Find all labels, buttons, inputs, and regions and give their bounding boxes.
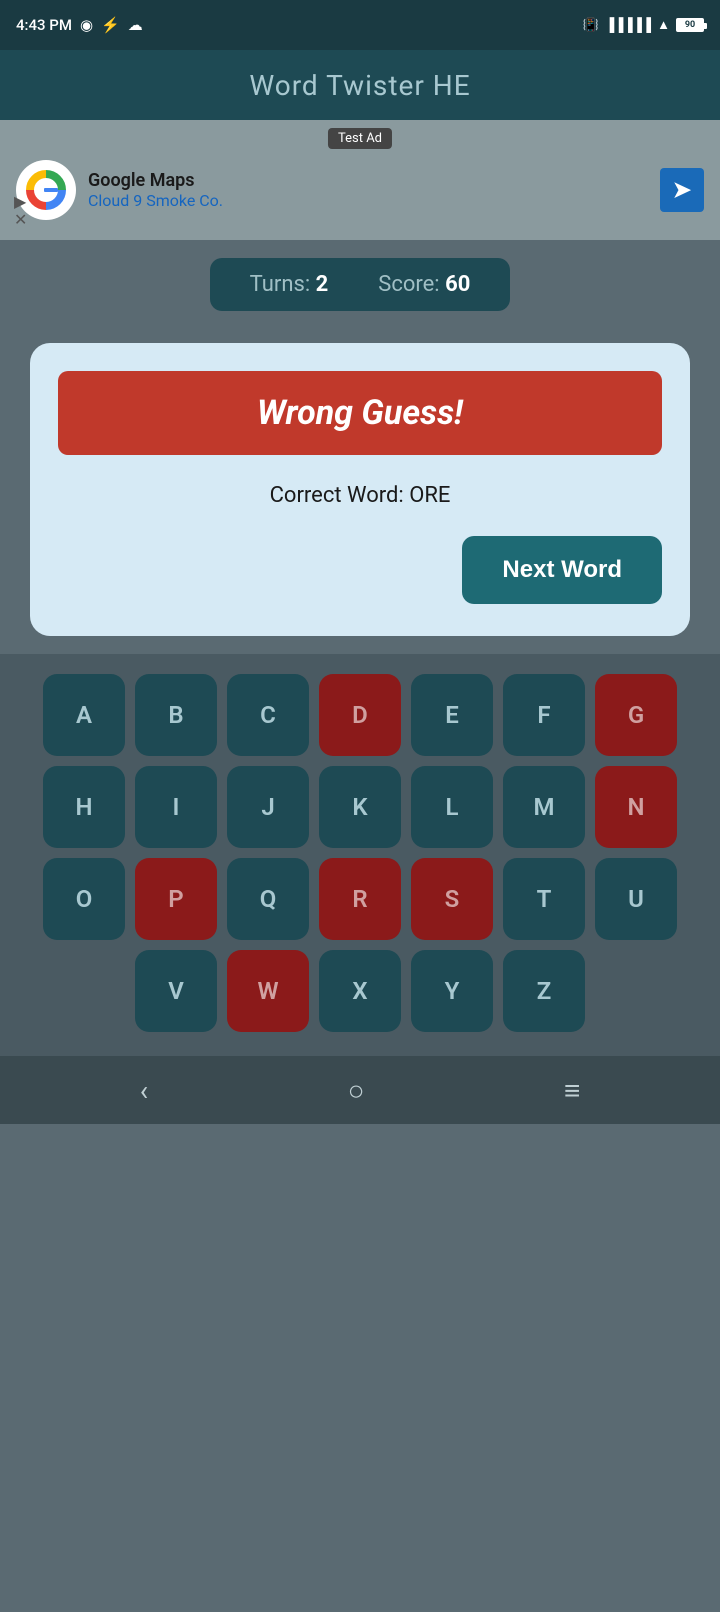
ad-play-icon[interactable]: ▶ bbox=[14, 194, 27, 210]
key-o[interactable]: O bbox=[43, 858, 125, 940]
wrong-guess-text: Wrong Guess! bbox=[257, 393, 463, 433]
status-bar-right: 📳 ▐▐▐▐▐ ▲ 90 bbox=[583, 17, 704, 33]
key-s[interactable]: S bbox=[411, 858, 493, 940]
key-m[interactable]: M bbox=[503, 766, 585, 848]
turns-value: 2 bbox=[316, 272, 329, 297]
key-r[interactable]: R bbox=[319, 858, 401, 940]
key-e[interactable]: E bbox=[411, 674, 493, 756]
vibrate-icon: 📳 bbox=[583, 18, 599, 33]
key-q[interactable]: Q bbox=[227, 858, 309, 940]
key-n[interactable]: N bbox=[595, 766, 677, 848]
score-label: Score: 60 bbox=[378, 272, 470, 297]
usb-icon: ⚡ bbox=[101, 16, 120, 34]
back-button[interactable]: ‹ bbox=[140, 1074, 148, 1107]
key-k[interactable]: K bbox=[319, 766, 401, 848]
key-d[interactable]: D bbox=[319, 674, 401, 756]
ad-banner[interactable]: Test Ad Google Maps Cloud 9 Smoke Co. ➤ … bbox=[0, 120, 720, 240]
nav-bar: ‹ ○ ≡ bbox=[0, 1056, 720, 1124]
next-word-wrap: Next Word bbox=[58, 536, 662, 604]
status-bar-left: 4:43 PM ◉ ⚡ ☁ bbox=[16, 16, 143, 34]
menu-button[interactable]: ≡ bbox=[564, 1074, 580, 1107]
ad-company-name: Google Maps bbox=[88, 170, 648, 191]
key-l[interactable]: L bbox=[411, 766, 493, 848]
key-g[interactable]: G bbox=[595, 674, 677, 756]
wrong-guess-banner: Wrong Guess! bbox=[58, 371, 662, 455]
whatsapp-icon: ◉ bbox=[80, 16, 93, 34]
app-title: Word Twister HE bbox=[249, 69, 470, 102]
home-button[interactable]: ○ bbox=[348, 1074, 365, 1107]
ad-controls: ▶ ✕ bbox=[14, 194, 27, 228]
result-dialog: Wrong Guess! Correct Word: ORE Next Word bbox=[30, 343, 690, 636]
time-display: 4:43 PM bbox=[16, 16, 72, 34]
turns-label: Turns: 2 bbox=[250, 272, 329, 297]
key-h[interactable]: H bbox=[43, 766, 125, 848]
key-x[interactable]: X bbox=[319, 950, 401, 1032]
key-p[interactable]: P bbox=[135, 858, 217, 940]
status-bar: 4:43 PM ◉ ⚡ ☁ 📳 ▐▐▐▐▐ ▲ 90 bbox=[0, 0, 720, 50]
keyboard-row: HIJKLMN bbox=[14, 766, 706, 848]
ad-text: Google Maps Cloud 9 Smoke Co. bbox=[88, 170, 648, 210]
app-header: Word Twister HE bbox=[0, 50, 720, 120]
ad-company-subtitle: Cloud 9 Smoke Co. bbox=[88, 191, 648, 210]
key-v[interactable]: V bbox=[135, 950, 217, 1032]
ad-label: Test Ad bbox=[328, 128, 392, 149]
key-b[interactable]: B bbox=[135, 674, 217, 756]
cloud-icon: ☁ bbox=[128, 16, 143, 34]
next-word-button[interactable]: Next Word bbox=[462, 536, 662, 604]
key-f[interactable]: F bbox=[503, 674, 585, 756]
key-z[interactable]: Z bbox=[503, 950, 585, 1032]
key-c[interactable]: C bbox=[227, 674, 309, 756]
keyboard-area: ABCDEFG HIJKLMN OPQRSTU VWXYZ bbox=[0, 654, 720, 1056]
score-bar: Turns: 2 Score: 60 bbox=[210, 258, 511, 311]
ad-arrow-button[interactable]: ➤ bbox=[660, 168, 704, 212]
dialog-wrap: Wrong Guess! Correct Word: ORE Next Word bbox=[0, 325, 720, 654]
wifi-icon: ▲ bbox=[657, 17, 670, 33]
key-a[interactable]: A bbox=[43, 674, 125, 756]
key-j[interactable]: J bbox=[227, 766, 309, 848]
key-u[interactable]: U bbox=[595, 858, 677, 940]
key-y[interactable]: Y bbox=[411, 950, 493, 1032]
ad-direction-icon: ➤ bbox=[673, 178, 691, 203]
keyboard-row: VWXYZ bbox=[14, 950, 706, 1032]
battery-icon: 90 bbox=[676, 18, 704, 32]
score-value: 60 bbox=[445, 272, 470, 297]
score-bar-wrap: Turns: 2 Score: 60 bbox=[0, 240, 720, 325]
key-w[interactable]: W bbox=[227, 950, 309, 1032]
keyboard-row: ABCDEFG bbox=[14, 674, 706, 756]
ad-close-icon[interactable]: ✕ bbox=[14, 212, 27, 228]
signal-icon: ▐▐▐▐▐ bbox=[605, 17, 651, 33]
key-i[interactable]: I bbox=[135, 766, 217, 848]
keyboard-row: OPQRSTU bbox=[14, 858, 706, 940]
correct-word-display: Correct Word: ORE bbox=[58, 483, 662, 508]
key-t[interactable]: T bbox=[503, 858, 585, 940]
